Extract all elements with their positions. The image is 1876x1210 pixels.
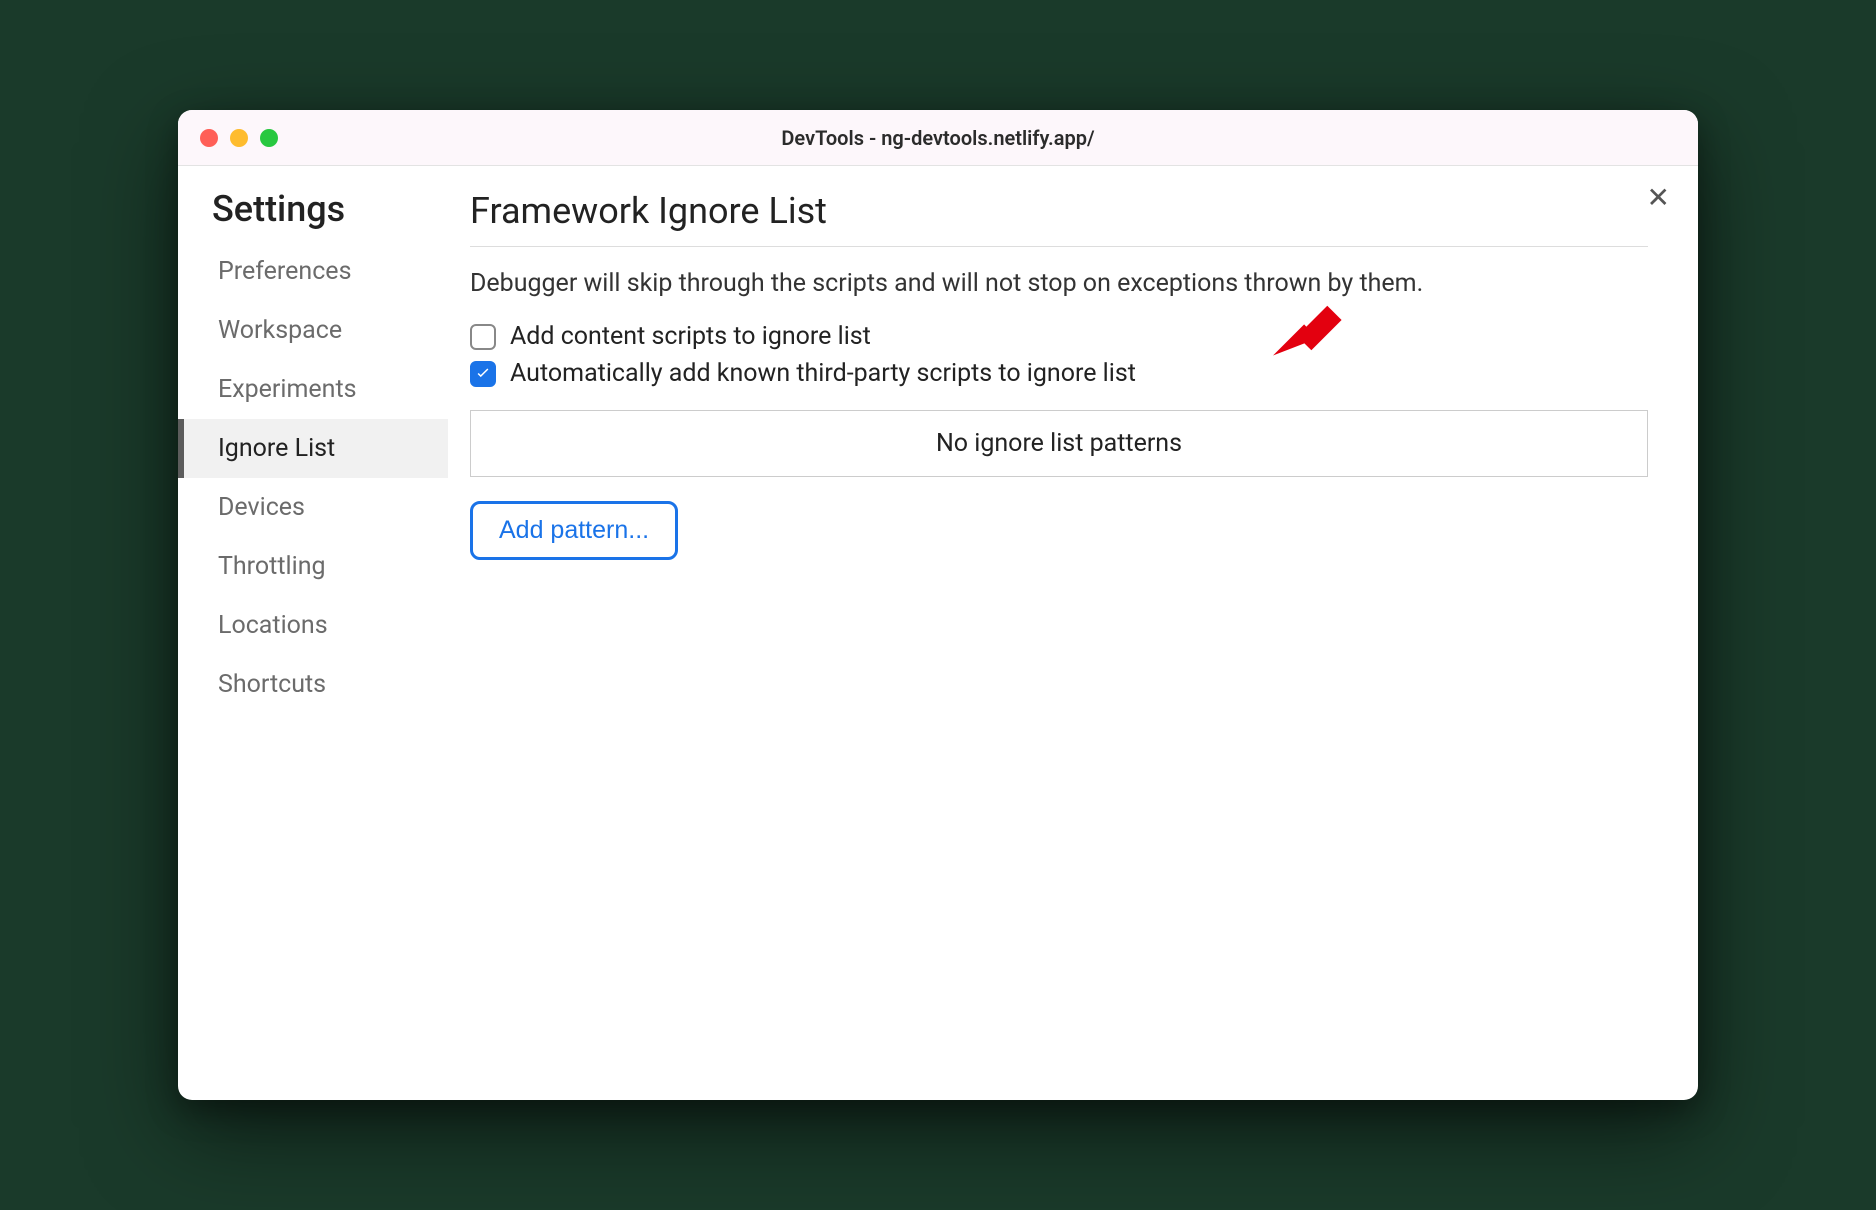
sidebar-item-workspace[interactable]: Workspace [178, 301, 448, 360]
ignore-list-patterns-box: No ignore list patterns [470, 410, 1648, 477]
checkbox-checked-icon [470, 361, 496, 387]
empty-patterns-text: No ignore list patterns [936, 429, 1182, 458]
window-titlebar: DevTools - ng-devtools.netlify.app/ [178, 110, 1698, 166]
sidebar-item-devices[interactable]: Devices [178, 478, 448, 537]
sidebar-item-throttling[interactable]: Throttling [178, 537, 448, 596]
traffic-lights [200, 129, 278, 147]
devtools-settings-window: DevTools - ng-devtools.netlify.app/ ✕ Se… [178, 110, 1698, 1100]
settings-main: Framework Ignore List Debugger will skip… [448, 166, 1698, 1100]
page-description: Debugger will skip through the scripts a… [470, 269, 1648, 298]
option-add-content-scripts[interactable]: Add content scripts to ignore list [470, 322, 1648, 351]
settings-sidebar: Settings Preferences Workspace Experimen… [178, 166, 448, 1100]
option-label: Automatically add known third-party scri… [510, 359, 1136, 388]
window-title: DevTools - ng-devtools.netlify.app/ [178, 126, 1698, 150]
ignore-list-options: Add content scripts to ignore list Autom… [470, 322, 1648, 388]
settings-nav: Preferences Workspace Experiments Ignore… [178, 242, 448, 714]
minimize-window-button[interactable] [230, 129, 248, 147]
option-auto-add-third-party[interactable]: Automatically add known third-party scri… [470, 359, 1648, 388]
maximize-window-button[interactable] [260, 129, 278, 147]
option-label: Add content scripts to ignore list [510, 322, 871, 351]
checkbox-unchecked-icon [470, 324, 496, 350]
sidebar-item-experiments[interactable]: Experiments [178, 360, 448, 419]
sidebar-item-ignore-list[interactable]: Ignore List [178, 419, 448, 478]
settings-heading: Settings [178, 188, 448, 242]
add-pattern-button[interactable]: Add pattern... [470, 501, 678, 560]
close-window-button[interactable] [200, 129, 218, 147]
sidebar-item-preferences[interactable]: Preferences [178, 242, 448, 301]
sidebar-item-locations[interactable]: Locations [178, 596, 448, 655]
page-title: Framework Ignore List [470, 190, 1648, 247]
sidebar-item-shortcuts[interactable]: Shortcuts [178, 655, 448, 714]
window-body: ✕ Settings Preferences Workspace Experim… [178, 166, 1698, 1100]
